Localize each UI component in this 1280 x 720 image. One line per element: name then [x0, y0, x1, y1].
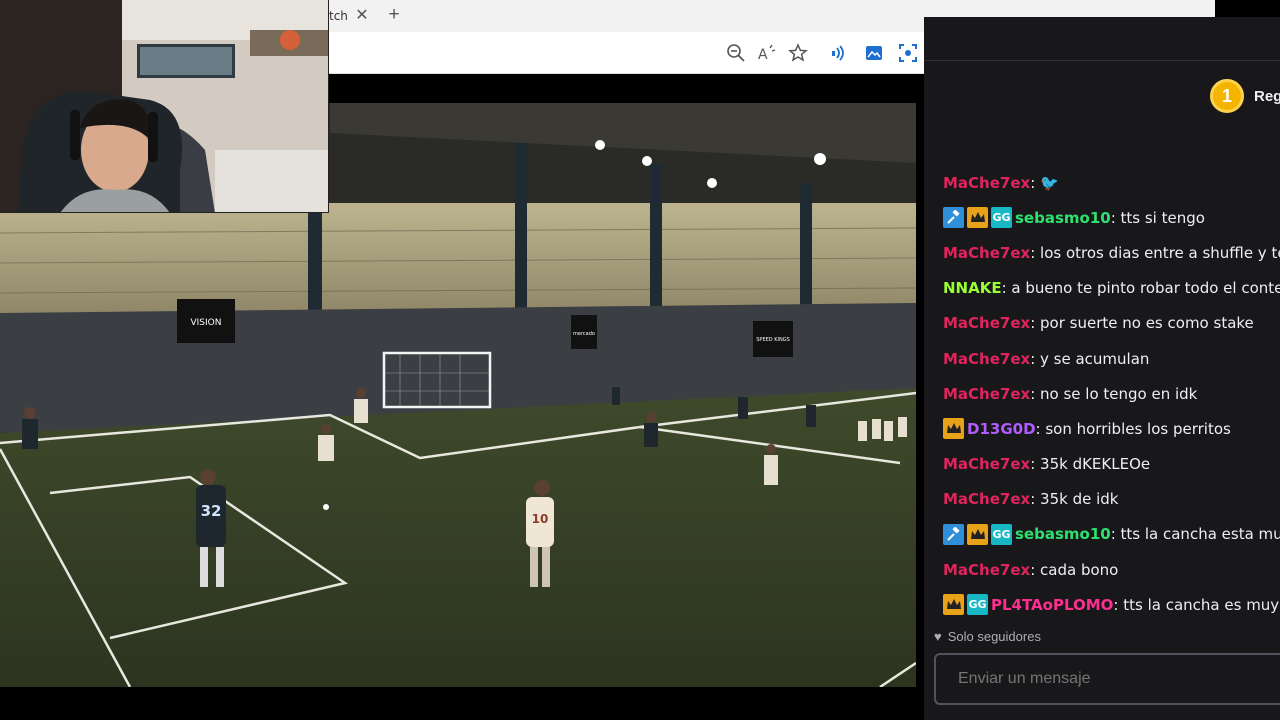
chat-message-text: : son horribles los perritos: [1035, 419, 1231, 438]
crown-icon[interactable]: [943, 594, 964, 616]
chat-message: MaChe7ex: por suerte no es como stake: [943, 306, 1280, 341]
chat-message: GGPL4TAoPLOMO: tts la cancha es muy m: [943, 587, 1280, 622]
chat-message-text: : y se acumulan: [1030, 349, 1150, 368]
chat-username[interactable]: MaChe7ex: [943, 385, 1030, 403]
streamer-webcam: [0, 0, 329, 213]
followers-only-label: Solo seguidores: [947, 629, 1041, 644]
chat-message-text: : 🐦: [1030, 173, 1059, 192]
chat-message-text: : los otros dias entre a shuffle y ten: [1030, 243, 1280, 262]
chat-message: NNAKE: a bueno te pinto robar todo el co…: [943, 271, 1280, 306]
chat-message: MaChe7ex: los otros dias entre a shuffle…: [943, 235, 1280, 270]
chat-message: MaChe7ex: 35k dKEKLEOe: [943, 447, 1280, 482]
chat-username[interactable]: PL4TAoPLOMO: [991, 596, 1113, 614]
chat-message-text: : tts si tengo: [1110, 208, 1205, 227]
tab-close-icon[interactable]: ✕: [354, 6, 370, 26]
player-number-32: 32: [201, 502, 222, 520]
chat-username[interactable]: NNAKE: [943, 279, 1002, 297]
chat-username[interactable]: D13G0D: [967, 420, 1036, 438]
extension-image-icon[interactable]: [864, 43, 884, 63]
crown-icon[interactable]: [967, 207, 988, 229]
crown-icon[interactable]: [967, 523, 988, 545]
chat-message: MaChe7ex: cada bono: [943, 552, 1280, 587]
chat-message: MaChe7ex: y se acumulan: [943, 341, 1280, 376]
sponsor-vision-text: VISION: [191, 318, 222, 328]
chat-username[interactable]: MaChe7ex: [943, 314, 1030, 332]
channel-points-drops[interactable]: 1 Reg: [1210, 79, 1280, 113]
chat-username[interactable]: MaChe7ex: [943, 350, 1030, 368]
extension-audio-icon[interactable]: [829, 43, 849, 63]
chat-username[interactable]: MaChe7ex: [943, 244, 1030, 262]
new-tab-plus-icon[interactable]: +: [384, 5, 404, 25]
chat-message-input[interactable]: [934, 653, 1280, 705]
sponsor-mercado-text: mercado: [573, 331, 595, 337]
chat-username[interactable]: MaChe7ex: [943, 455, 1030, 473]
read-aloud-icon[interactable]: A: [757, 43, 777, 63]
chat-message-text: : por suerte no es como stake: [1030, 314, 1254, 333]
chat-message-list: MaChe7ex: 🐦 GG sebasmo10: tts si tengo MaCh…: [943, 165, 1280, 622]
chat-message: MaChe7ex: 🐦: [943, 165, 1280, 200]
chat-message-text: : a bueno te pinto robar todo el conten: [1001, 279, 1280, 298]
chat-message-text: : tts la cancha esta muy: [1110, 525, 1280, 544]
chat-message-text: : no se lo tengo en idk: [1030, 384, 1198, 403]
chat-username[interactable]: MaChe7ex: [943, 490, 1030, 508]
chat-message: GG sebasmo10: tts si tengo: [943, 200, 1280, 235]
gg-badge-icon[interactable]: GG: [991, 523, 1012, 545]
chat-message-text: : tts la cancha es muy m: [1113, 595, 1280, 614]
moderator-hammer-icon[interactable]: [943, 207, 964, 229]
svg-text:A: A: [758, 47, 768, 63]
chat-message-text: : cada bono: [1030, 560, 1119, 579]
followers-only-notice: ♥ Solo seguidores: [934, 629, 1041, 644]
zoom-out-icon[interactable]: [726, 43, 746, 63]
drops-label: Reg: [1254, 87, 1280, 105]
favorite-star-icon[interactable]: [788, 43, 808, 63]
chat-username[interactable]: sebasmo10: [1015, 525, 1111, 543]
drops-coin-icon: 1: [1210, 79, 1244, 113]
heart-icon: ♥: [934, 629, 942, 644]
chat-message: GG sebasmo10: tts la cancha esta muy: [943, 517, 1280, 552]
chat-username[interactable]: MaChe7ex: [943, 174, 1030, 192]
chat-message: D13G0D: son horribles los perritos: [943, 411, 1280, 446]
chat-username[interactable]: MaChe7ex: [943, 561, 1030, 579]
chat-message-text: : 35k dKEKLEOe: [1030, 455, 1151, 474]
gg-badge-icon[interactable]: GG: [991, 207, 1012, 229]
gg-badge-icon[interactable]: GG: [967, 594, 988, 616]
chat-username[interactable]: sebasmo10: [1015, 209, 1111, 227]
moderator-hammer-icon[interactable]: [943, 523, 964, 545]
player-number-10: 10: [532, 512, 549, 526]
extension-scan-icon[interactable]: [898, 43, 918, 63]
screen: tch ✕ + A VISION mercado SPEED KINGS 32 …: [0, 0, 1280, 720]
chat-header: [924, 17, 1280, 61]
crown-icon[interactable]: [943, 418, 964, 440]
chat-message-text: : 35k de idk: [1030, 490, 1119, 509]
chat-panel: 1 Reg MaChe7ex: 🐦 GG sebasmo10: tts si ten…: [924, 17, 1280, 720]
sponsor-speedkings-text: SPEED KINGS: [756, 337, 790, 343]
chat-message: MaChe7ex: no se lo tengo en idk: [943, 376, 1280, 411]
tab-title[interactable]: tch: [329, 9, 348, 23]
chat-message: MaChe7ex: 35k de idk: [943, 482, 1280, 517]
